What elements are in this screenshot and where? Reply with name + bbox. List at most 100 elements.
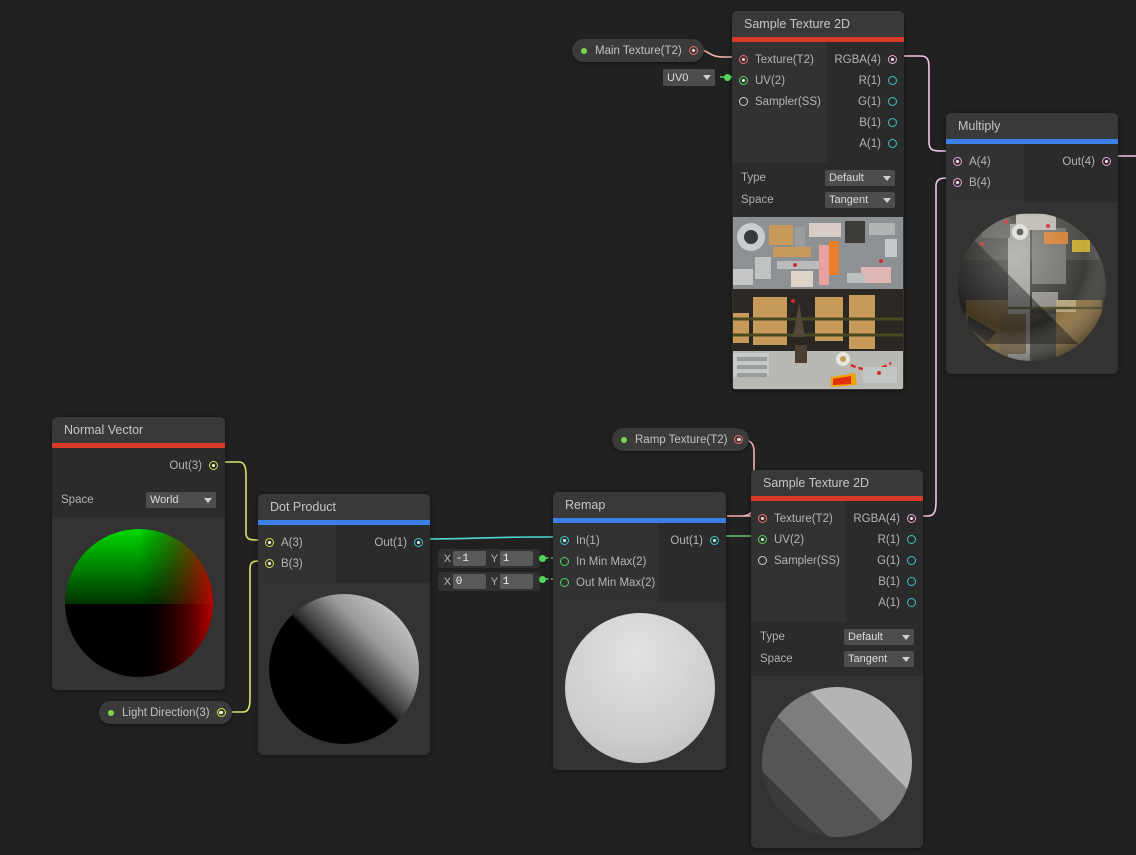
port-row-b[interactable]: B(1) [827, 112, 904, 133]
node-uv0[interactable]: UV0 [663, 69, 731, 86]
port-row-in[interactable]: In(1) [553, 530, 658, 551]
uv-channel-dropdown[interactable]: UV0 [663, 69, 715, 86]
port-row-a[interactable]: A(1) [827, 133, 904, 154]
port-dot-r[interactable] [888, 76, 897, 85]
port-out-uv[interactable] [724, 74, 731, 81]
property-node-light-direction[interactable]: Light Direction(3) [99, 701, 232, 724]
node-ports: In(1) In Min Max(2) Out Min Max(2) Out(1… [553, 523, 726, 602]
output-ports: RGBA(4) R(1) G(1) B(1) A(1) [846, 501, 923, 622]
vector2-field-out-min-max[interactable]: X 0 Y 1 [438, 572, 540, 591]
port-row-out[interactable]: Out(1) [658, 530, 726, 551]
port-row-in-min-max[interactable]: In Min Max(2) [553, 551, 658, 572]
space-dropdown[interactable]: World [146, 492, 216, 508]
port-row-r[interactable]: R(1) [827, 70, 904, 91]
node-remap[interactable]: Remap In(1) In Min Max(2) Out Min Max(2) [553, 492, 726, 770]
remap-vector-fields[interactable]: X -1 Y 1 X 0 Y 1 [438, 549, 546, 595]
type-dropdown[interactable]: Default [844, 629, 914, 645]
port-dot-out-min-max[interactable] [560, 578, 569, 587]
output-ports: Out(1) [658, 523, 726, 602]
port-dot-out[interactable] [414, 538, 423, 547]
port-row-rgba[interactable]: RGBA(4) [846, 508, 923, 529]
port-dot-uv[interactable] [739, 76, 748, 85]
node-multiply[interactable]: Multiply A(4) B(4) Out(4) [946, 113, 1118, 374]
port-row-texture[interactable]: Texture(T2) [732, 49, 827, 70]
input-out-max[interactable]: 1 [499, 574, 533, 589]
type-dropdown[interactable]: Default [825, 170, 895, 186]
setting-space[interactable]: Space World [52, 489, 225, 511]
input-in-max[interactable]: 1 [499, 551, 533, 566]
node-preview-sphere-banded-gray [751, 676, 923, 848]
port-dot-rgba[interactable] [907, 514, 916, 523]
port-dot-g[interactable] [888, 97, 897, 106]
port-dot-a[interactable] [888, 139, 897, 148]
property-node-main-texture[interactable]: Main Texture(T2) [572, 39, 704, 62]
port-dot-r[interactable] [907, 535, 916, 544]
vector2-field-in-min-max[interactable]: X -1 Y 1 [438, 549, 540, 568]
property-node-ramp-texture[interactable]: Ramp Texture(T2) [612, 428, 750, 451]
port-dot-sampler[interactable] [739, 97, 748, 106]
port-row-uv[interactable]: UV(2) [732, 70, 827, 91]
port-row-r[interactable]: R(1) [846, 529, 923, 550]
port-dot-in-min-max[interactable] [560, 557, 569, 566]
node-sample-texture-2d-bottom[interactable]: Sample Texture 2D Texture(T2) UV(2) Samp… [751, 470, 923, 848]
port-row-sampler[interactable]: Sampler(SS) [732, 91, 827, 112]
node-settings: Type Default Space Tangent [732, 163, 904, 217]
port-dot-uv[interactable] [758, 535, 767, 544]
node-ports: Texture(T2) UV(2) Sampler(SS) RGBA(4) R(… [732, 42, 904, 163]
texture-atlas-art [733, 217, 903, 389]
port-out-texture[interactable] [734, 435, 744, 444]
port-row-a[interactable]: A(1) [846, 592, 923, 613]
port-dot-g[interactable] [907, 556, 916, 565]
port-dot-rgba[interactable] [888, 55, 897, 64]
port-row-out-min-max[interactable]: Out Min Max(2) [553, 572, 658, 593]
port-row-b[interactable]: B(4) [946, 172, 1024, 193]
port-out-vector3[interactable] [216, 708, 226, 717]
port-dot-sampler[interactable] [758, 556, 767, 565]
setting-space[interactable]: Space Tangent [732, 189, 904, 211]
port-dot-a[interactable] [953, 157, 962, 166]
space-dropdown[interactable]: Tangent [825, 192, 895, 208]
port-row-a[interactable]: A(4) [946, 151, 1024, 172]
shader-graph-canvas[interactable]: Main Texture(T2) UV0 Sample Texture 2D T… [0, 0, 1136, 855]
port-dot-b[interactable] [907, 577, 916, 586]
port-row-b[interactable]: B(3) [258, 553, 336, 574]
port-row-texture[interactable]: Texture(T2) [751, 508, 846, 529]
port-out-texture[interactable] [688, 46, 698, 55]
port-row-rgba[interactable]: RGBA(4) [827, 49, 904, 70]
port-out-vec1[interactable] [539, 555, 546, 562]
port-row-out[interactable]: Out(3) [52, 455, 225, 476]
port-row-out[interactable]: Out(1) [336, 532, 430, 553]
port-row-a[interactable]: A(3) [258, 532, 336, 553]
port-dot-texture[interactable] [758, 514, 767, 523]
port-dot-texture[interactable] [739, 55, 748, 64]
port-out-vec2[interactable] [539, 576, 546, 583]
port-row-uv[interactable]: UV(2) [751, 529, 846, 550]
port-dot-a[interactable] [907, 598, 916, 607]
port-row-b[interactable]: B(1) [846, 571, 923, 592]
port-dot-a[interactable] [265, 538, 274, 547]
setting-type[interactable]: Type Default [732, 167, 904, 189]
port-row-out[interactable]: Out(4) [1024, 151, 1118, 172]
input-out-min[interactable]: 0 [452, 574, 486, 589]
node-normal-vector[interactable]: Normal Vector Out(3) Space World [52, 417, 225, 690]
sphere-flatgray-art [565, 613, 715, 763]
port-row-g[interactable]: G(1) [827, 91, 904, 112]
port-row-sampler[interactable]: Sampler(SS) [751, 550, 846, 571]
input-in-min[interactable]: -1 [452, 551, 486, 566]
node-settings: Type Default Space Tangent [751, 622, 923, 676]
port-dot-in[interactable] [560, 536, 569, 545]
space-dropdown[interactable]: Tangent [844, 651, 914, 667]
chevron-down-icon [883, 175, 891, 181]
port-dot-out[interactable] [710, 536, 719, 545]
port-row-g[interactable]: G(1) [846, 550, 923, 571]
port-dot-b[interactable] [265, 559, 274, 568]
port-dot-b[interactable] [953, 178, 962, 187]
setting-space[interactable]: Space Tangent [751, 648, 923, 670]
node-dot-product[interactable]: Dot Product A(3) B(3) Out(1) [258, 494, 430, 755]
port-dot-out[interactable] [1102, 157, 1111, 166]
port-dot-b[interactable] [888, 118, 897, 127]
sphere-banded-gray-art [762, 687, 912, 837]
setting-type[interactable]: Type Default [751, 626, 923, 648]
port-dot-out[interactable] [209, 461, 218, 470]
node-sample-texture-2d-top[interactable]: Sample Texture 2D Texture(T2) UV(2) Samp… [732, 11, 904, 390]
